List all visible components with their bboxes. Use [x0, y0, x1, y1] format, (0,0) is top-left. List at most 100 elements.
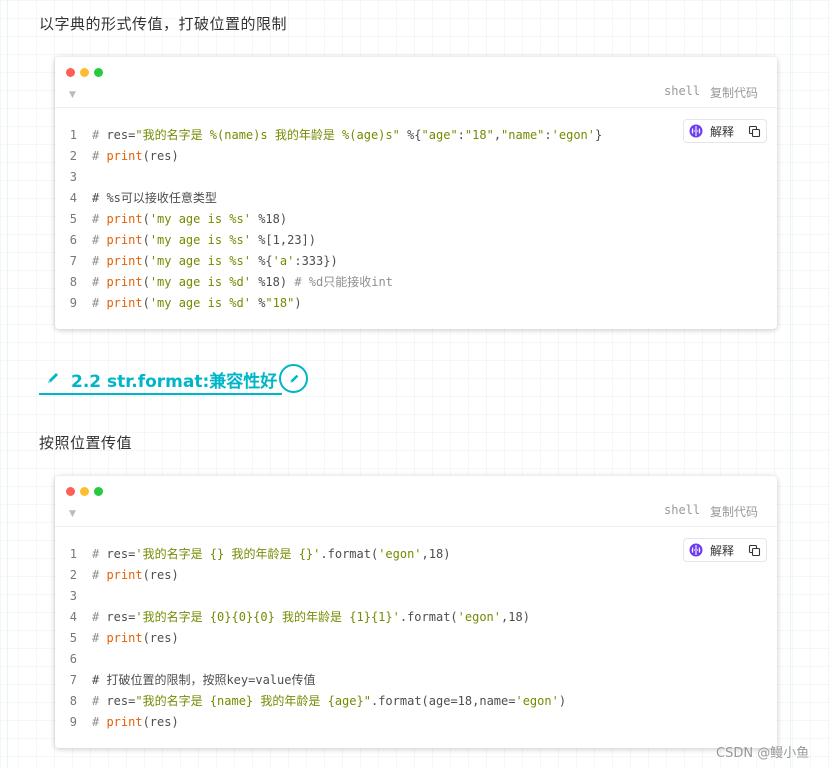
green-dot-icon [94, 487, 103, 496]
window-dots [66, 68, 103, 77]
line-number: 3 [69, 170, 77, 184]
code-token: } [595, 128, 603, 142]
explain-button[interactable]: 解释 [710, 542, 734, 559]
code-token: ( [142, 212, 150, 226]
code-token: ,18) [421, 547, 451, 561]
window-dots [66, 487, 103, 496]
line-number: 5 [69, 212, 77, 226]
copy-icon[interactable] [748, 544, 761, 557]
code-token: # [92, 547, 107, 561]
code-token: # %s可以接收任意类型 [92, 191, 217, 205]
code-token: res= [106, 610, 136, 624]
line-number: 6 [69, 652, 77, 666]
code-lines: 1 # res= "我的名字是 %(name)s 我的年龄是 %(age)s" %{… [55, 125, 602, 314]
code-block: ▼ shell 复制代码 解释 1 # res= "我的名字是 %(name)s 我… [55, 57, 777, 329]
section-heading-text: 2.2 str.format:兼容性好 [71, 372, 278, 392]
code-token: print [106, 233, 143, 247]
code-token: % [250, 296, 266, 310]
code-header-divider [55, 526, 777, 527]
code-token: # [92, 610, 107, 624]
code-token: # [92, 128, 107, 142]
code-token: ) [294, 296, 302, 310]
code-token: : [457, 128, 465, 142]
code-token: %{ [399, 128, 422, 142]
code-token: :333}) [294, 254, 338, 268]
code-token: 'my age is %s' [149, 254, 251, 268]
page-left-border [7, 0, 8, 768]
code-token: # [92, 715, 107, 729]
line-number: 1 [69, 547, 77, 561]
code-token: '我的名字是 {} 我的年龄是 {}' [135, 547, 321, 561]
code-line: 2 # print (res) [55, 146, 602, 167]
code-token: print [106, 568, 143, 582]
code-token: ,18) [501, 610, 530, 624]
code-header-divider [55, 107, 777, 108]
code-token: "18" [265, 296, 295, 310]
code-token: %{ [250, 254, 273, 268]
copy-code-button[interactable]: 复制代码 [710, 84, 758, 101]
explain-toolbar[interactable]: 解释 [683, 119, 767, 143]
code-token: %[1,23]) [250, 233, 316, 247]
code-lines: 1 # res= '我的名字是 {} 我的年龄是 {}' .format('egon'… [55, 544, 566, 733]
collapse-icon[interactable]: ▼ [69, 90, 76, 100]
explain-toolbar[interactable]: 解释 [683, 538, 767, 562]
code-token: # [92, 275, 107, 289]
code-token: (res) [142, 715, 179, 729]
yellow-dot-icon [80, 487, 89, 496]
code-token: 'egon' [457, 610, 502, 624]
code-language-label: shell [664, 503, 701, 517]
code-line: 1 # res= '我的名字是 {} 我的年龄是 {}' .format('egon'… [55, 544, 566, 565]
code-line: 6 # print('my age is %s' %[1,23]) [55, 230, 602, 251]
code-token: "name" [501, 128, 545, 142]
code-token: 'my age is %d' [149, 275, 251, 289]
code-token: , [493, 128, 502, 142]
code-token: '我的名字是 {0}{0}{0} 我的年龄是 {1}{1}' [135, 610, 400, 624]
code-block: ▼ shell 复制代码 解释 1 # res= '我的名字是 {} 我的年龄是 {… [55, 476, 777, 748]
code-token: : [544, 128, 552, 142]
code-line: 5 # print('my age is %s' %18) [55, 209, 602, 230]
code-token: print [106, 149, 143, 163]
code-token: print [106, 212, 143, 226]
line-number: 9 [69, 296, 77, 310]
explain-button[interactable]: 解释 [710, 123, 734, 140]
code-token: "我的名字是 {name} 我的年龄是 {age}" [135, 694, 371, 708]
code-token: 'egon' [551, 128, 595, 142]
code-token: 'egon' [515, 694, 559, 708]
second-paragraph: 按照位置传值 [39, 434, 133, 452]
line-number: 8 [69, 275, 77, 289]
code-line: 8 # print('my age is %d' %18) # %d只能接收int [55, 272, 602, 293]
code-token: # [92, 149, 107, 163]
code-token: "age" [421, 128, 458, 142]
code-token: "我的名字是 %(name)s 我的年龄是 %(age)s" [135, 128, 400, 142]
code-line: 4 # res= '我的名字是 {0}{0}{0} 我的年龄是 {1}{1}' .fo… [55, 607, 566, 628]
code-token: 'my age is %s' [149, 233, 251, 247]
code-token: # 打破位置的限制，按照key=value传值 [92, 673, 316, 687]
code-line: 8 # res= "我的名字是 {name} 我的年龄是 {age}" .format… [55, 691, 566, 712]
code-line: 3 [55, 586, 566, 607]
csdn-watermark: CSDN @鳗小鱼 [716, 746, 810, 761]
copy-icon[interactable] [748, 125, 761, 138]
code-token: ( [142, 254, 150, 268]
code-token: .format( [399, 610, 458, 624]
code-line: 6 [55, 649, 566, 670]
copy-code-button[interactable]: 复制代码 [710, 503, 758, 520]
code-line: 1 # res= "我的名字是 %(name)s 我的年龄是 %(age)s" %{… [55, 125, 602, 146]
red-dot-icon [66, 68, 75, 77]
section-heading: 2.2 str.format:兼容性好 [39, 362, 311, 396]
line-number: 4 [69, 191, 77, 205]
code-token: res= [106, 547, 136, 561]
heading-underline [39, 393, 282, 395]
code-line: 2 # print (res) [55, 565, 566, 586]
code-token: ) [558, 694, 567, 708]
code-token: print [106, 254, 143, 268]
edit-heading-icon[interactable] [279, 364, 308, 393]
code-token: print [106, 275, 143, 289]
code-line: 3 [55, 167, 602, 188]
brain-icon [689, 124, 703, 138]
line-number: 2 [69, 149, 77, 163]
code-line: 9 # print (res) [55, 712, 566, 733]
yellow-dot-icon [80, 68, 89, 77]
collapse-icon[interactable]: ▼ [69, 509, 76, 519]
code-token: ( [142, 233, 150, 247]
code-token: %18) [250, 275, 295, 289]
